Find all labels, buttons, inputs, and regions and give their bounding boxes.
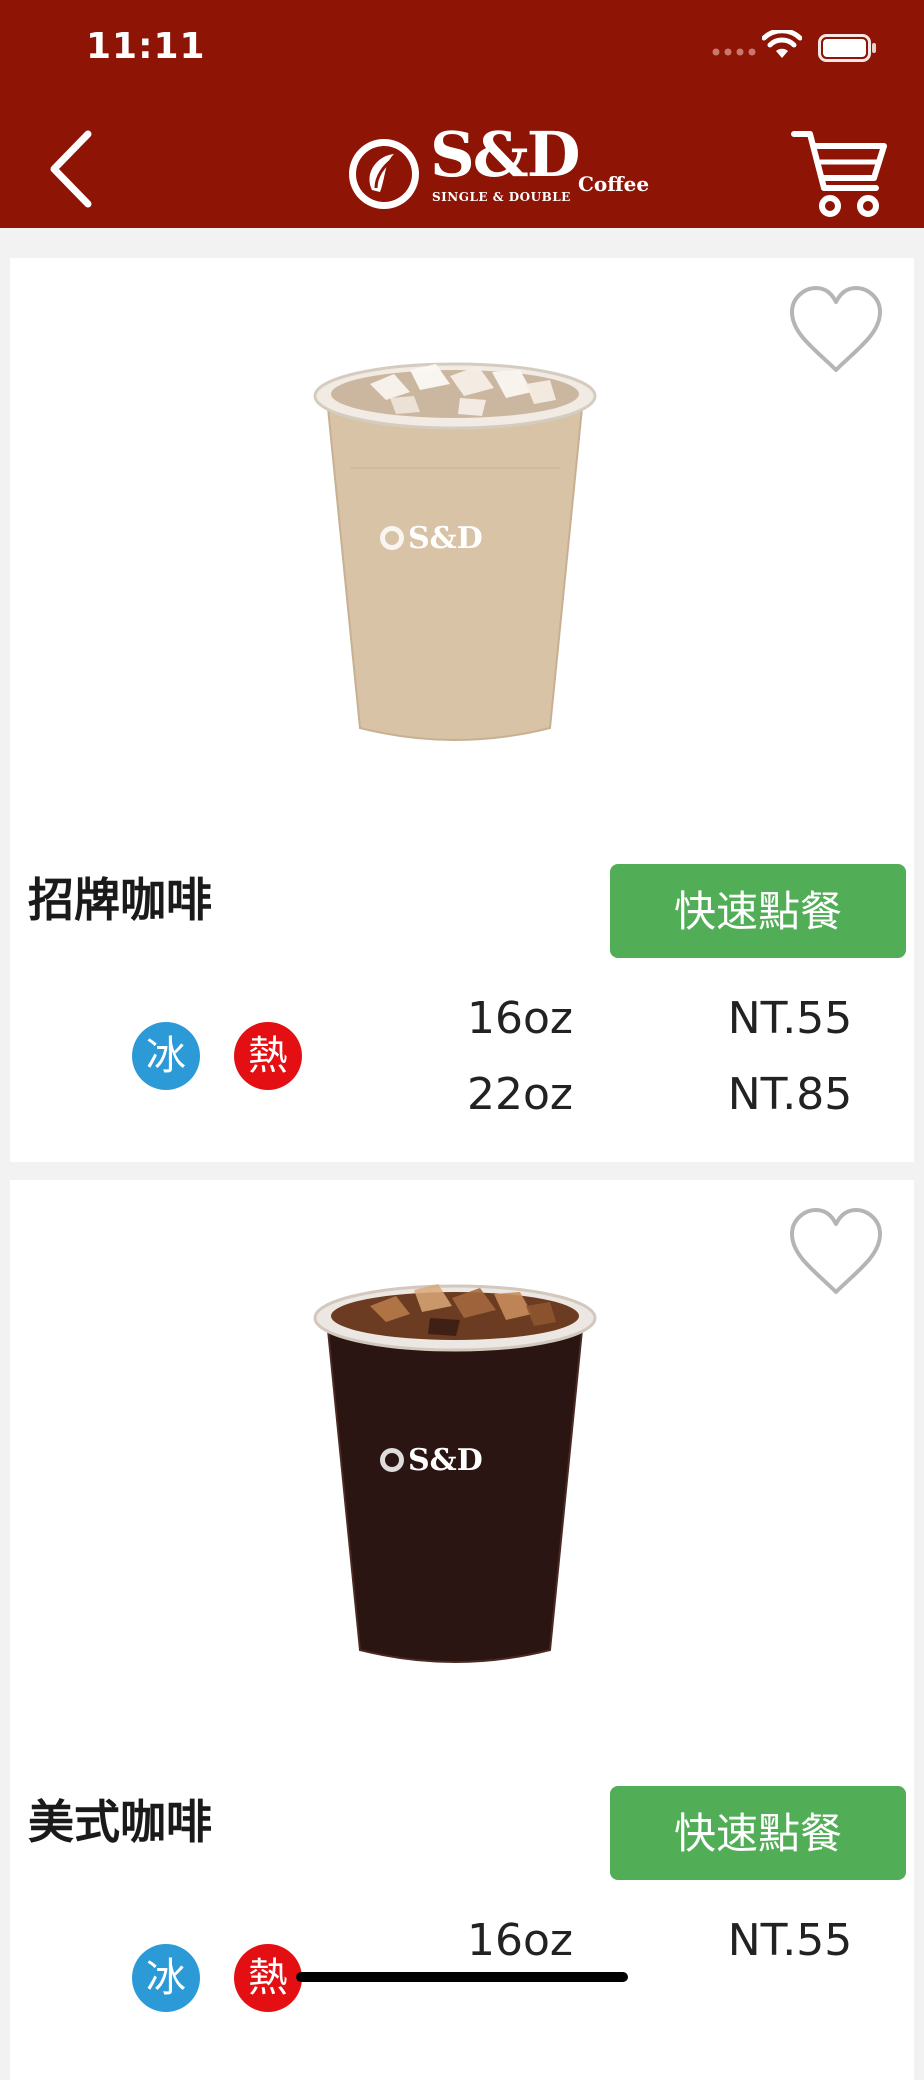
logo-emblem-icon (349, 139, 419, 209)
price-label: NT.85 (727, 1069, 853, 1120)
logo-title: S&D (430, 118, 581, 191)
quick-order-button[interactable]: 快速點餐 (610, 864, 906, 958)
size-label: 16oz (466, 1915, 573, 1966)
americano-cup-image: S&D (313, 1284, 597, 1663)
back-button[interactable] (44, 124, 104, 214)
hot-badge: 熱 (234, 1944, 302, 2012)
hot-badge: 熱 (234, 1022, 302, 1090)
status-time: 11:11 (86, 26, 206, 67)
ice-badge: 冰 (132, 1022, 200, 1090)
logo-coffee-text: Coffee (578, 172, 650, 196)
cup-logo-text: S&D (408, 1443, 483, 1478)
app-header: 11:11 S&D SINGLE & DOUBLE Coffee (0, 0, 924, 228)
brand-logo: S&D SINGLE & DOUBLE Coffee (346, 124, 650, 212)
wifi-icon (762, 30, 802, 58)
product-name: 美式咖啡 (28, 1795, 212, 1849)
quick-order-button[interactable]: 快速點餐 (610, 1786, 906, 1880)
price-label: NT.55 (727, 993, 853, 1044)
product-name: 招牌咖啡 (28, 873, 212, 927)
latte-cup-image: S&D (313, 362, 597, 741)
favorite-heart-icon[interactable] (786, 284, 886, 376)
ice-badge: 冰 (132, 1944, 200, 2012)
product-card[interactable]: S&D 美式咖啡 快速點餐 冰 熱 16oz NT.55 (10, 1180, 914, 2080)
favorite-heart-icon[interactable] (786, 1206, 886, 1298)
logo-subtitle: SINGLE & DOUBLE (432, 190, 571, 204)
battery-icon (818, 34, 876, 62)
product-card[interactable]: S&D 招牌咖啡 快速點餐 冰 熱 16oz NT.55 22oz NT.85 (10, 258, 914, 1162)
home-indicator[interactable] (296, 1972, 628, 1982)
size-label: 16oz (466, 993, 573, 1044)
size-label: 22oz (466, 1069, 573, 1120)
cellular-signal-icon (712, 48, 756, 56)
cup-logo-text: S&D (408, 521, 483, 556)
cart-icon[interactable] (790, 126, 890, 222)
price-label: NT.55 (727, 1915, 853, 1966)
